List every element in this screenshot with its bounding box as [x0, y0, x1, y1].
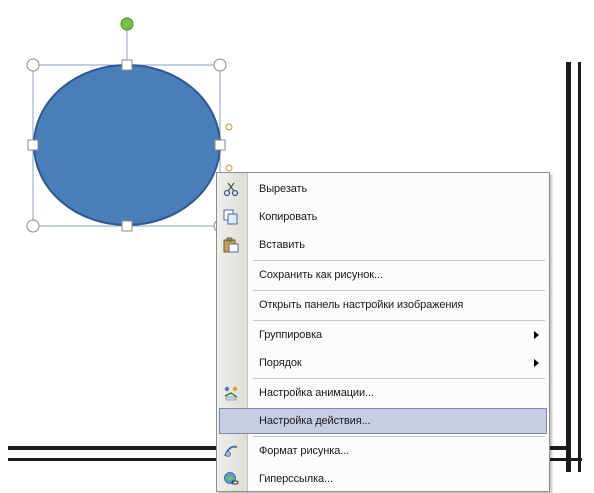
submenu-arrow-icon	[534, 359, 539, 367]
resize-handle-right[interactable]	[214, 139, 226, 151]
format-picture-icon	[223, 443, 239, 459]
menu-item-label: Сохранить как рисунок...	[259, 269, 383, 281]
menu-item-action-settings[interactable]: Настройка действия...	[217, 407, 549, 435]
slide-border-bottom-right-outer	[548, 458, 582, 461]
menu-item-label: Гиперссылка...	[259, 473, 333, 485]
animation-icon	[223, 385, 239, 401]
slide-border-right	[566, 62, 571, 472]
rotate-handle[interactable]	[120, 17, 134, 31]
menu-item-hyperlink[interactable]: Гиперссылка...	[217, 465, 549, 493]
menu-item-label: Вырезать	[259, 183, 308, 195]
menu-item-save-as-picture[interactable]: Сохранить как рисунок...	[217, 261, 549, 289]
menu-item-paste[interactable]: Вставить	[217, 231, 549, 259]
menu-item-label: Вставить	[259, 239, 305, 251]
menu-item-format-picture[interactable]: Формат рисунка...	[217, 437, 549, 465]
copy-icon	[223, 209, 239, 225]
slide-border-bottom	[8, 446, 218, 450]
slide-border-right-outer	[578, 62, 581, 472]
menu-item-open-image-panel[interactable]: Открыть панель настройки изображения	[217, 291, 549, 319]
menu-item-label: Порядок	[259, 357, 302, 369]
menu-item-custom-animation[interactable]: Настройка анимации...	[217, 379, 549, 407]
resize-handle-top[interactable]	[121, 59, 133, 71]
menu-item-label: Открыть панель настройки изображения	[259, 299, 464, 311]
scissors-icon	[223, 181, 239, 197]
context-menu: Вырезать Копировать Вставить Сохранить к…	[216, 172, 550, 492]
menu-item-order[interactable]: Порядок	[217, 349, 549, 377]
resize-handle-bottom-left[interactable]	[26, 219, 40, 233]
resize-handle-left[interactable]	[27, 139, 39, 151]
menu-item-label: Группировка	[259, 329, 323, 341]
paste-icon	[223, 237, 239, 253]
ellipse-shape[interactable]	[33, 64, 221, 226]
resize-handle-bottom[interactable]	[121, 220, 133, 232]
menu-item-label: Копировать	[259, 211, 318, 223]
menu-item-label: Настройка действия...	[259, 415, 371, 427]
resize-handle-top-right[interactable]	[213, 58, 227, 72]
menu-item-copy[interactable]: Копировать	[217, 203, 549, 231]
menu-item-label: Формат рисунка...	[259, 445, 350, 457]
slide-border-bottom-outer	[8, 458, 218, 461]
menu-item-cut[interactable]: Вырезать	[217, 175, 549, 203]
menu-item-grouping[interactable]: Группировка	[217, 321, 549, 349]
slide-border-bottom-right	[548, 446, 570, 450]
anchor-dot	[225, 164, 233, 172]
resize-handle-top-left[interactable]	[26, 58, 40, 72]
anchor-dot	[225, 123, 233, 131]
submenu-arrow-icon	[534, 331, 539, 339]
menu-item-label: Настройка анимации...	[259, 387, 374, 399]
